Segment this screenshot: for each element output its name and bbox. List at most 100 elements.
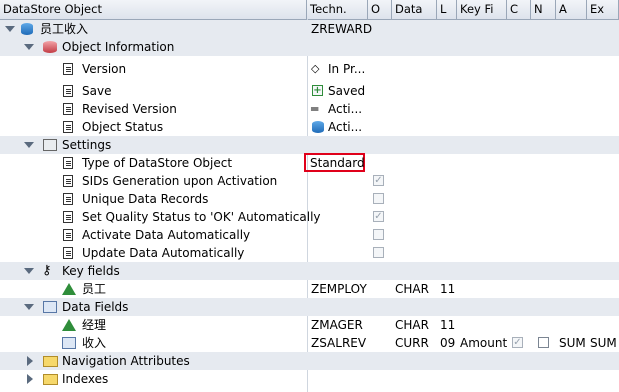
col-c[interactable]: C: [507, 0, 531, 19]
document-icon: [63, 229, 73, 241]
tree-row-version[interactable]: Version ◇ In Pr...: [0, 60, 619, 78]
field-unit: Amount: [460, 336, 508, 350]
item-label: Object Status: [82, 120, 164, 134]
col-data-type[interactable]: Data: [392, 0, 437, 19]
option-label: Activate Data Automatically: [82, 228, 251, 242]
folder-icon: [43, 356, 58, 367]
table-row[interactable]: 经理 ZMAGER CHAR 11: [0, 316, 619, 334]
option-checkbox[interactable]: ✓: [373, 175, 384, 186]
root-tech-name: ZREWARD: [311, 22, 373, 36]
tree-row-option[interactable]: Update Data Automatically: [0, 244, 619, 262]
field-type: CHAR: [395, 282, 429, 296]
option-checkbox[interactable]: [373, 193, 384, 204]
tree-row-option[interactable]: Unique Data Records: [0, 190, 619, 208]
option-checkbox[interactable]: ✓: [373, 211, 384, 222]
col-o[interactable]: O: [368, 0, 392, 19]
option-label: Unique Data Records: [82, 192, 209, 206]
data-fields-row[interactable]: Data Fields: [0, 298, 619, 316]
field-checkbox[interactable]: ✓: [512, 337, 523, 348]
field-length: 09: [440, 336, 456, 350]
key-icon: ⚷: [42, 263, 52, 278]
key-fields-row[interactable]: ⚷ Key fields: [0, 262, 619, 280]
item-value: Acti...: [328, 120, 363, 134]
tree-row-option[interactable]: SIDs Generation upon Activation ✓: [0, 172, 619, 190]
col-ex[interactable]: Ex: [587, 0, 619, 19]
document-icon: [63, 103, 73, 115]
item-label: Type of DataStore Object: [82, 156, 233, 170]
item-label: Save: [82, 84, 112, 98]
document-icon: [63, 157, 73, 169]
col-n[interactable]: N: [531, 0, 556, 19]
section-label: Data Fields: [62, 300, 129, 314]
document-icon: [63, 85, 73, 97]
navigation-attributes-row[interactable]: Navigation Attributes: [0, 352, 619, 370]
field-length: 11: [440, 282, 456, 296]
col-technical-name[interactable]: Techn.: [307, 0, 368, 19]
field-tech: ZSALREV: [311, 336, 367, 350]
field-type: CHAR: [395, 318, 429, 332]
item-value: Saved: [328, 84, 366, 98]
collapse-icon[interactable]: [24, 304, 34, 310]
collapse-icon[interactable]: [24, 142, 34, 148]
field-tech: ZMAGER: [311, 318, 363, 332]
datastore-icon: [21, 23, 33, 35]
field-checkbox[interactable]: [538, 337, 549, 348]
document-icon: [63, 247, 73, 259]
folder-icon: [43, 374, 58, 385]
document-icon: [63, 121, 73, 133]
tree-row-object-status[interactable]: Object Status Acti...: [0, 118, 619, 136]
col-a[interactable]: A: [556, 0, 587, 19]
expand-icon[interactable]: [27, 374, 33, 384]
col-length[interactable]: L: [437, 0, 457, 19]
col-datastore-object[interactable]: DataStore Object: [0, 0, 307, 19]
type-value[interactable]: Standard: [310, 154, 365, 172]
field-type: CURR: [395, 336, 429, 350]
document-icon: [63, 211, 73, 223]
indexes-row[interactable]: Indexes: [0, 370, 619, 388]
key-figure-icon: [62, 337, 76, 349]
option-label: Set Quality Status to 'OK' Automatically: [82, 210, 321, 224]
option-checkbox[interactable]: [373, 229, 384, 240]
object-information-row[interactable]: Object Information: [0, 38, 619, 56]
section-label: Navigation Attributes: [62, 354, 190, 368]
collapse-icon[interactable]: [5, 26, 15, 32]
tree-row-type[interactable]: Type of DataStore Object Standard: [0, 153, 619, 172]
db-icon: [312, 121, 324, 133]
equals-icon: ═: [311, 102, 319, 116]
document-icon: [63, 193, 73, 205]
item-value: Acti...: [328, 102, 363, 116]
section-label: Settings: [62, 138, 112, 152]
field-exception-aggregation: SUM: [590, 336, 617, 350]
option-checkbox[interactable]: [373, 247, 384, 258]
tree-row-option[interactable]: Set Quality Status to 'OK' Automatically…: [0, 208, 619, 226]
settings-row[interactable]: Settings: [0, 136, 619, 154]
item-label: Version: [82, 62, 127, 76]
root-label: 员工收入: [40, 22, 89, 36]
diamond-icon: ◇: [311, 62, 320, 75]
option-label: SIDs Generation upon Activation: [82, 174, 278, 188]
collapse-icon[interactable]: [24, 44, 34, 50]
field-label: 经理: [82, 318, 107, 332]
settings-icon: [43, 139, 57, 151]
document-icon: [63, 175, 73, 187]
tree-row-option[interactable]: Activate Data Automatically: [0, 226, 619, 244]
field-aggregation: SUM: [559, 336, 586, 350]
characteristic-icon: [62, 283, 76, 295]
table-row[interactable]: 收入 ZSALREV CURR 09 Amount ✓ SUM SUM: [0, 334, 619, 352]
item-label: Revised Version: [82, 102, 177, 116]
collapse-icon[interactable]: [24, 268, 34, 274]
tree-row-revised-version[interactable]: Revised Version ═ Acti...: [0, 100, 619, 118]
field-label: 收入: [82, 336, 107, 350]
tree-root-row[interactable]: 员工收入 ZREWARD: [0, 20, 619, 38]
option-label: Update Data Automatically: [82, 246, 245, 260]
field-label: 员工: [82, 282, 107, 296]
table-row[interactable]: 员工 ZEMPLOY CHAR 11: [0, 280, 619, 298]
document-icon: [63, 63, 73, 75]
item-value: In Pr...: [328, 62, 366, 76]
object-info-icon: [43, 41, 57, 53]
tree-row-save[interactable]: Save + Saved: [0, 82, 619, 100]
section-label: Key fields: [62, 264, 120, 278]
column-header-bar: DataStore Object Techn. O Data L Key Fi …: [0, 0, 619, 20]
expand-icon[interactable]: [27, 356, 33, 366]
col-key-field[interactable]: Key Fi: [457, 0, 507, 19]
